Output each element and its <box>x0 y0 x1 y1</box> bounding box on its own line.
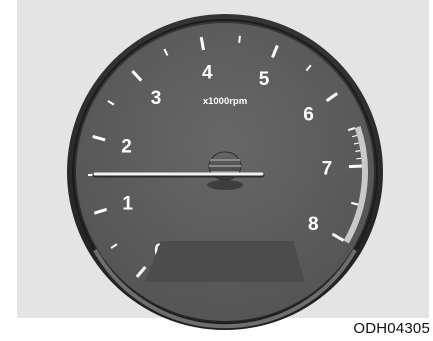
scale-label-5: 5 <box>259 69 270 90</box>
screenshot-stage: 012345678 x1000rpm ODH04305 <box>0 0 433 341</box>
scale-label-7: 7 <box>322 159 333 180</box>
unit-label: x1000rpm <box>203 96 247 107</box>
scale-label-1: 1 <box>122 194 133 215</box>
scale-label-2: 2 <box>121 137 132 158</box>
scale-label-6: 6 <box>303 105 314 126</box>
tachometer-gauge: 012345678 x1000rpm <box>67 14 383 330</box>
tachometer-needle <box>92 172 265 178</box>
scale-label-4: 4 <box>202 63 213 84</box>
scale-label-8: 8 <box>308 214 319 235</box>
image-reference-code: ODH04305 <box>353 320 430 337</box>
minor-tick <box>238 35 241 43</box>
redline-fine-tick <box>356 157 362 160</box>
info-display-window <box>145 241 305 282</box>
scale-label-3: 3 <box>151 88 162 109</box>
redline-fine-tick <box>355 150 361 152</box>
center-hub <box>207 151 243 190</box>
